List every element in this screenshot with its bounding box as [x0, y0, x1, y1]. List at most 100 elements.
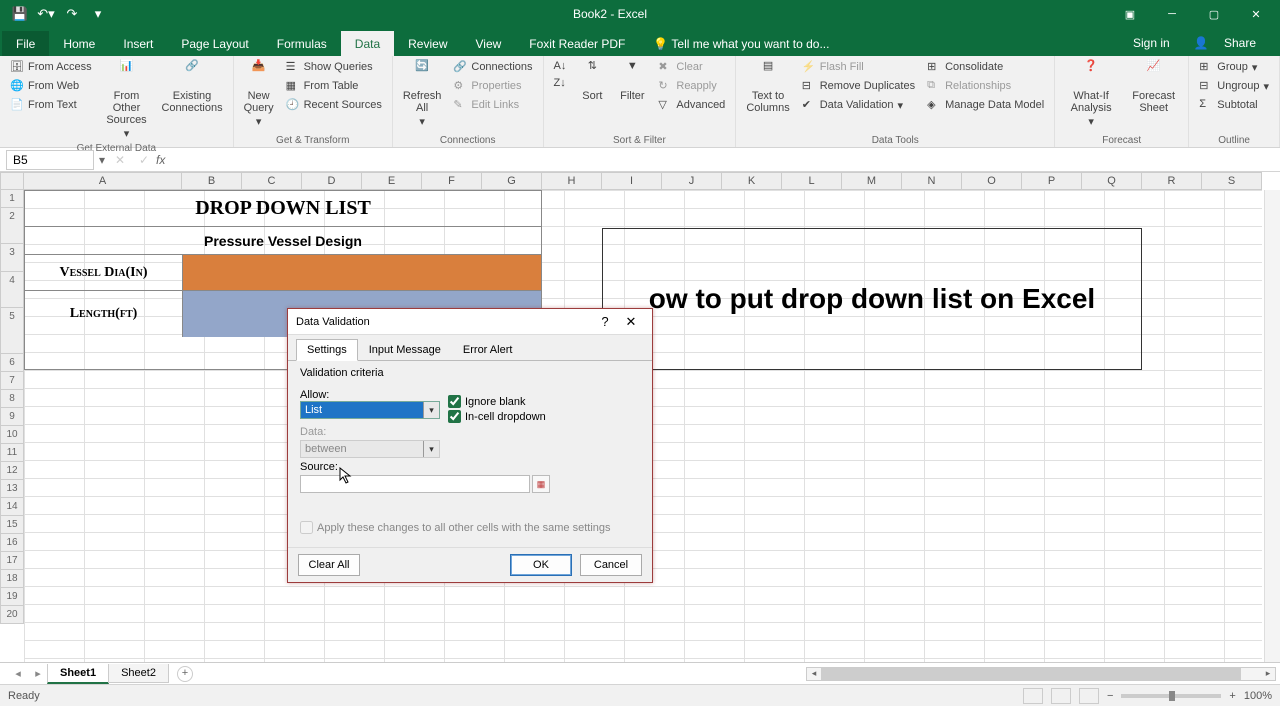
undo-button[interactable]: ↶▾: [34, 3, 58, 25]
row-header-14[interactable]: 14: [0, 498, 24, 516]
tab-view[interactable]: View: [462, 31, 516, 56]
whatif-button[interactable]: ❓What-If Analysis▾: [1061, 58, 1121, 130]
save-button[interactable]: 💾: [8, 3, 32, 25]
zoom-out-button[interactable]: −: [1107, 690, 1113, 702]
remove-duplicates-button[interactable]: ⊟Remove Duplicates: [798, 77, 919, 95]
sort-button[interactable]: ⇅Sort: [574, 58, 610, 104]
col-header-H[interactable]: H: [542, 172, 602, 190]
cancel-button[interactable]: Cancel: [580, 554, 642, 576]
flash-fill-button[interactable]: ⚡Flash Fill: [798, 58, 919, 76]
dialog-tab-error-alert[interactable]: Error Alert: [452, 339, 524, 361]
tell-me[interactable]: 💡 Tell me what you want to do...: [639, 31, 843, 56]
forecast-sheet-button[interactable]: 📈Forecast Sheet: [1125, 58, 1182, 116]
horizontal-scrollbar[interactable]: ◂▸: [806, 667, 1276, 681]
minimize-button[interactable]: ─: [1152, 0, 1192, 28]
row-header-18[interactable]: 18: [0, 570, 24, 588]
show-queries-button[interactable]: ☰Show Queries: [282, 58, 386, 76]
consolidate-button[interactable]: ⊞Consolidate: [923, 58, 1048, 76]
row-header-3[interactable]: 3: [0, 244, 24, 272]
properties-button[interactable]: ⚙Properties: [449, 77, 536, 95]
col-header-A[interactable]: A: [24, 172, 182, 190]
range-selector-button[interactable]: ▦: [532, 475, 550, 493]
filter-button[interactable]: ▼Filter: [614, 58, 650, 104]
text-to-columns-button[interactable]: ▤Text to Columns: [742, 58, 793, 116]
edit-links-button[interactable]: ✎Edit Links: [449, 96, 536, 114]
from-table-button[interactable]: ▦From Table: [282, 77, 386, 95]
cell-title[interactable]: DROP DOWN LIST: [25, 191, 541, 227]
connections-button[interactable]: 🔗Connections: [449, 58, 536, 76]
cell-subtitle[interactable]: Pressure Vessel Design: [25, 227, 541, 255]
zoom-slider[interactable]: [1121, 694, 1221, 698]
fx-icon[interactable]: fx: [156, 153, 176, 167]
signin-link[interactable]: Sign in: [1121, 30, 1182, 56]
row-header-20[interactable]: 20: [0, 606, 24, 624]
from-other-sources-button[interactable]: 📊From Other Sources▾: [100, 58, 154, 142]
cancel-formula-icon[interactable]: ✕: [108, 153, 132, 167]
sort-az-button[interactable]: A↓: [550, 58, 571, 74]
share-button[interactable]: 👤 Share: [1182, 30, 1280, 56]
sheet-tab-sheet1[interactable]: Sheet1: [47, 664, 109, 684]
tab-data[interactable]: Data: [341, 31, 394, 56]
row-header-8[interactable]: 8: [0, 390, 24, 408]
new-query-button[interactable]: 📥New Query▾: [240, 58, 278, 130]
tab-insert[interactable]: Insert: [109, 31, 167, 56]
row-header-10[interactable]: 10: [0, 426, 24, 444]
qat-customize[interactable]: ▾: [86, 3, 110, 25]
tab-formulas[interactable]: Formulas: [263, 31, 341, 56]
vertical-scrollbar[interactable]: [1264, 190, 1280, 662]
zoom-level[interactable]: 100%: [1244, 690, 1272, 702]
col-header-K[interactable]: K: [722, 172, 782, 190]
ungroup-button[interactable]: ⊟Ungroup ▾: [1195, 77, 1273, 95]
maximize-button[interactable]: ▢: [1194, 0, 1234, 28]
cell-value-vessel-dia[interactable]: [183, 255, 541, 290]
add-sheet-button[interactable]: +: [177, 666, 193, 682]
dialog-tab-input-message[interactable]: Input Message: [358, 339, 452, 361]
cell-label-vessel-dia[interactable]: Vessel Dia(In): [25, 255, 183, 290]
dialog-help-button[interactable]: ?: [592, 311, 618, 333]
col-header-C[interactable]: C: [242, 172, 302, 190]
col-header-Q[interactable]: Q: [1082, 172, 1142, 190]
refresh-all-button[interactable]: 🔄Refresh All▾: [399, 58, 446, 130]
view-normal-button[interactable]: [1023, 688, 1043, 704]
row-header-1[interactable]: 1: [0, 190, 24, 208]
tab-page-layout[interactable]: Page Layout: [167, 31, 262, 56]
col-header-M[interactable]: M: [842, 172, 902, 190]
cell-label-length[interactable]: Length(ft): [25, 291, 183, 337]
view-page-layout-button[interactable]: [1051, 688, 1071, 704]
allow-dropdown[interactable]: List▾: [300, 401, 440, 419]
row-header-11[interactable]: 11: [0, 444, 24, 462]
col-header-L[interactable]: L: [782, 172, 842, 190]
enter-formula-icon[interactable]: ✓: [132, 153, 156, 167]
row-header-6[interactable]: 6: [0, 354, 24, 372]
clear-filter-button[interactable]: ✖Clear: [654, 58, 729, 76]
from-web-button[interactable]: 🌐From Web: [6, 77, 96, 95]
col-header-P[interactable]: P: [1022, 172, 1082, 190]
data-validation-button[interactable]: ✔Data Validation ▾: [798, 96, 919, 114]
ignore-blank-checkbox[interactable]: Ignore blank: [448, 395, 546, 408]
recent-sources-button[interactable]: 🕘Recent Sources: [282, 96, 386, 114]
row-header-19[interactable]: 19: [0, 588, 24, 606]
manage-data-model-button[interactable]: ◈Manage Data Model: [923, 96, 1048, 114]
sort-za-button[interactable]: Z↓: [550, 75, 571, 91]
select-all-corner[interactable]: [0, 172, 24, 190]
from-access-button[interactable]: 🗄From Access: [6, 58, 96, 76]
row-header-13[interactable]: 13: [0, 480, 24, 498]
view-page-break-button[interactable]: [1079, 688, 1099, 704]
ribbon-display-options[interactable]: ▣: [1110, 0, 1150, 28]
col-header-I[interactable]: I: [602, 172, 662, 190]
name-box[interactable]: B5: [6, 150, 94, 170]
subtotal-button[interactable]: ΣSubtotal: [1195, 96, 1273, 114]
in-cell-dropdown-checkbox[interactable]: In-cell dropdown: [448, 410, 546, 423]
tab-review[interactable]: Review: [394, 31, 461, 56]
row-header-2[interactable]: 2: [0, 208, 24, 244]
col-header-E[interactable]: E: [362, 172, 422, 190]
row-header-15[interactable]: 15: [0, 516, 24, 534]
row-header-9[interactable]: 9: [0, 408, 24, 426]
row-header-16[interactable]: 16: [0, 534, 24, 552]
name-box-dropdown[interactable]: ▾: [96, 153, 108, 167]
col-header-B[interactable]: B: [182, 172, 242, 190]
dialog-tab-settings[interactable]: Settings: [296, 339, 358, 361]
row-header-17[interactable]: 17: [0, 552, 24, 570]
row-header-4[interactable]: 4: [0, 272, 24, 308]
row-header-12[interactable]: 12: [0, 462, 24, 480]
